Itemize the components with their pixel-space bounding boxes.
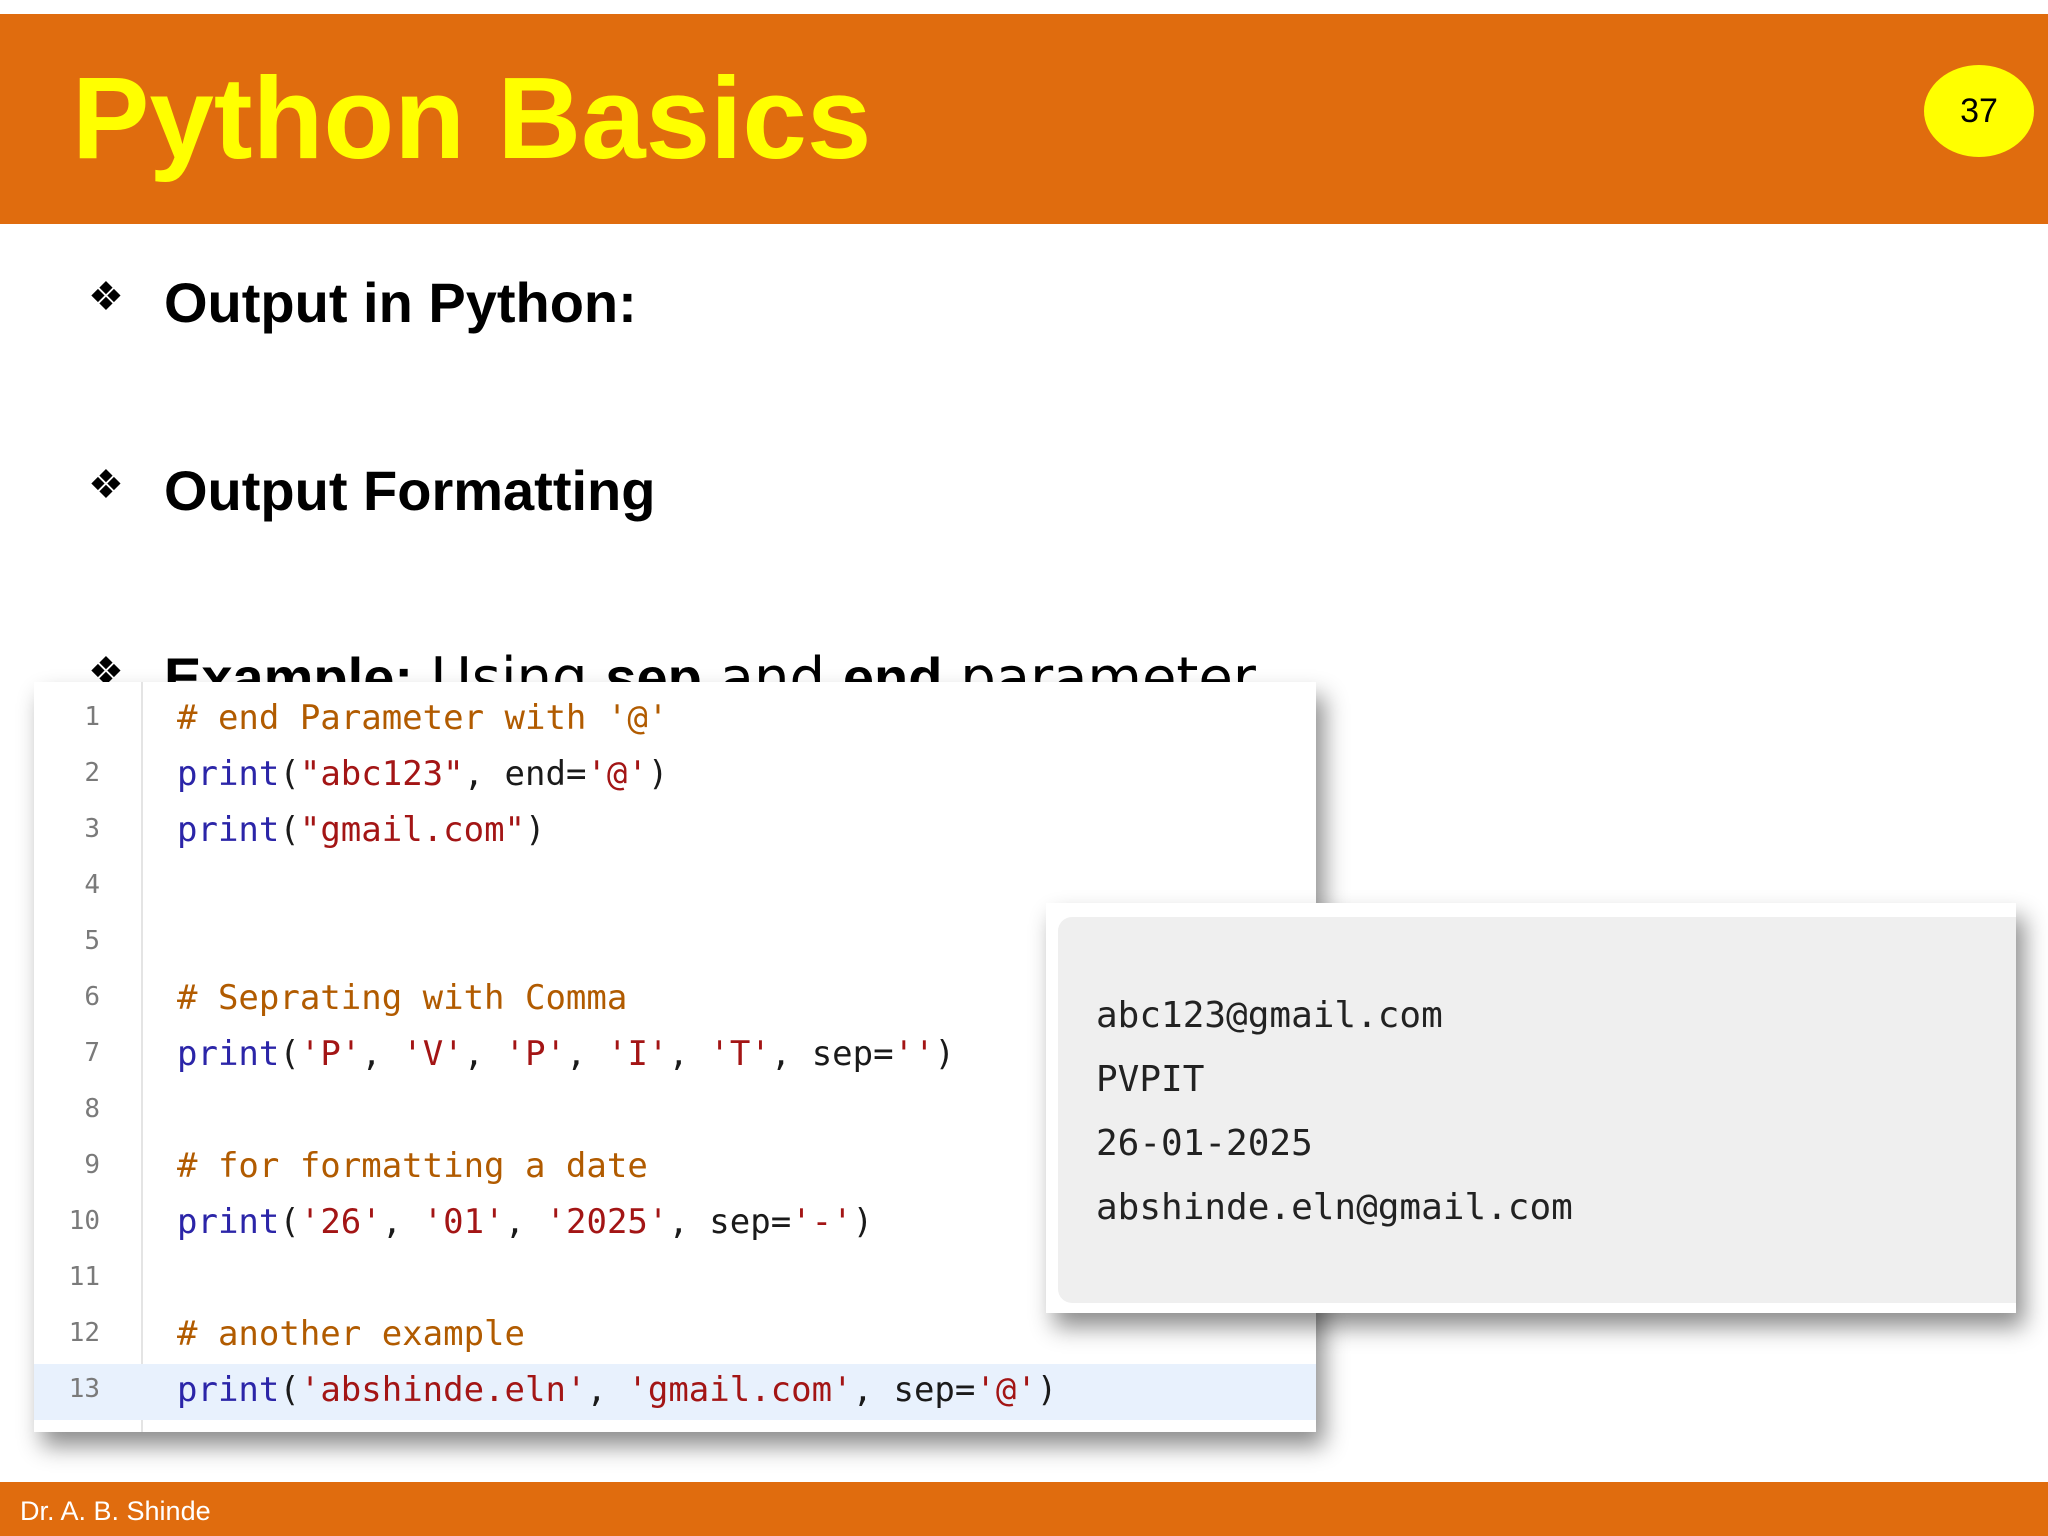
code-line: 1 # end Parameter with '@' (34, 692, 1316, 748)
code-source: print('abshinde.eln', 'gmail.com', sep='… (177, 1370, 1058, 1410)
code-source: print("abc123", end='@') (177, 754, 669, 794)
code-line: 2 print("abc123", end='@') (34, 748, 1316, 804)
line-number: 10 (68, 1206, 100, 1236)
code-source: print('26', '01', '2025', sep='-') (177, 1202, 874, 1242)
code-line-active: 13 print('abshinde.eln', 'gmail.com', se… (34, 1364, 1316, 1420)
line-number: 11 (68, 1262, 100, 1292)
code-comment: # end Parameter with '@' (177, 698, 669, 738)
diamond-bullet-icon: ❖ (88, 463, 124, 507)
slide-title: Python Basics (72, 53, 872, 183)
line-number: 6 (84, 982, 100, 1012)
code-comment: # another example (177, 1314, 525, 1354)
diamond-bullet-icon: ❖ (88, 275, 124, 319)
line-number: 8 (84, 1094, 100, 1124)
output-line: abc123@gmail.com (1096, 995, 1443, 1036)
bullet-text: Output in Python: (164, 271, 637, 334)
output-console: abc123@gmail.com PVPIT 26-01-2025 abshin… (1058, 917, 2016, 1303)
footer-author: Dr. A. B. Shinde (20, 1496, 211, 1526)
line-number: 2 (84, 758, 100, 788)
line-number: 5 (84, 926, 100, 956)
output-line: 26-01-2025 (1096, 1123, 1313, 1164)
line-number: 12 (68, 1318, 100, 1348)
line-number: 9 (84, 1150, 100, 1180)
code-source: print('P', 'V', 'P', 'I', 'T', sep='') (177, 1034, 956, 1074)
line-number: 1 (84, 702, 100, 732)
output-line: abshinde.eln@gmail.com (1096, 1187, 1573, 1228)
line-number: 3 (84, 814, 100, 844)
output-line: PVPIT (1096, 1059, 1205, 1100)
page-number-badge: 37 (1924, 65, 2034, 157)
footer-bar: Dr. A. B. Shinde (0, 1482, 2048, 1536)
output-panel: abc123@gmail.com PVPIT 26-01-2025 abshin… (1046, 903, 2016, 1313)
code-comment: # for formatting a date (177, 1146, 648, 1186)
line-number: 4 (84, 870, 100, 900)
line-number: 7 (84, 1038, 100, 1068)
line-number: 13 (68, 1374, 100, 1404)
code-line: 12 # another example (34, 1308, 1316, 1364)
code-comment: # Seprating with Comma (177, 978, 628, 1018)
code-line: 3 print("gmail.com") (34, 804, 1316, 860)
bullet-text: Output Formatting (164, 459, 656, 522)
code-source: print("gmail.com") (177, 810, 546, 850)
